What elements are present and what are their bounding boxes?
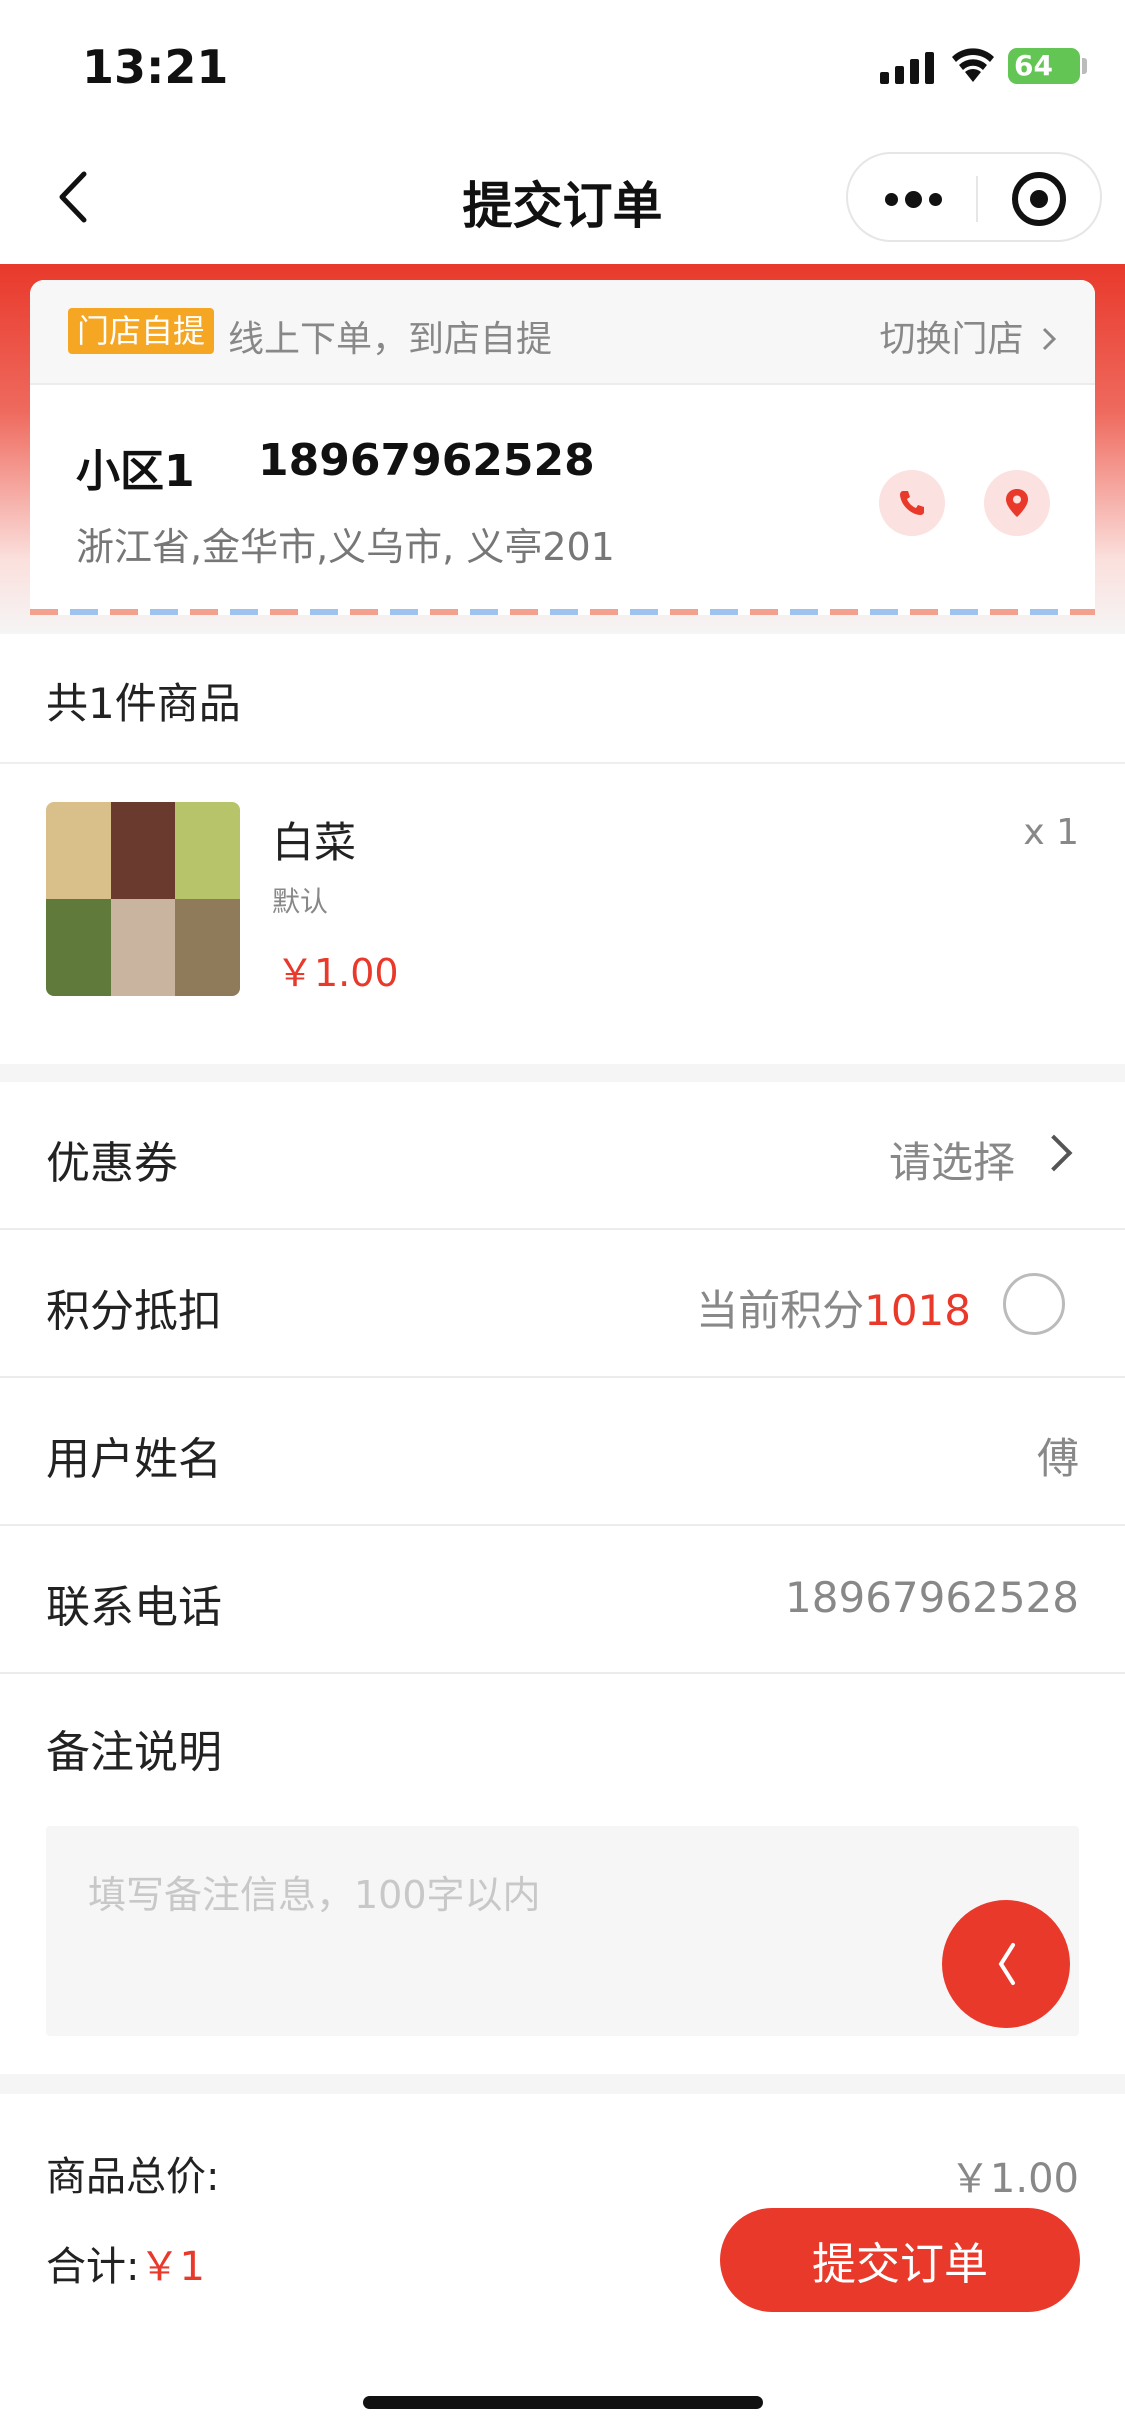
store-address: 浙江省,金华市,义乌市, 义亭201	[76, 525, 615, 569]
chevron-right-icon	[1035, 1134, 1073, 1172]
switch-store-label: 切换门店	[879, 319, 1024, 360]
coupon-label: 优惠券	[46, 1138, 178, 1189]
product-image	[46, 802, 240, 996]
floating-back-button[interactable]	[942, 1900, 1070, 2028]
pickup-tag: 门店自提	[68, 308, 215, 354]
points-deduction-row: 积分抵扣 当前积分1018	[0, 1230, 1125, 1378]
contact-phone: 18967962528	[258, 435, 595, 486]
contact-name: 小区1	[76, 446, 195, 497]
sum-label: 合计:	[46, 2244, 140, 2290]
product-name: 白菜	[272, 818, 357, 867]
submit-order-button[interactable]: 提交订单	[720, 2208, 1080, 2312]
call-button[interactable]	[879, 470, 945, 536]
sum-value: ￥1	[139, 2244, 205, 2290]
home-indicator	[363, 2396, 763, 2409]
wifi-icon	[952, 48, 994, 82]
contact-phone-field[interactable]: 18967962528	[785, 1573, 1079, 1622]
sum-row: 合计:￥1	[46, 2234, 205, 2292]
points-label: 积分抵扣	[46, 1286, 222, 1337]
battery-level: 64	[1014, 49, 1053, 82]
coupon-value: 请选择	[888, 1138, 1015, 1187]
coupon-row[interactable]: 优惠券 请选择	[0, 1082, 1125, 1230]
product-price: ￥1.00	[276, 951, 399, 995]
item-count: 共1件商品	[46, 679, 241, 728]
remark-label: 备注说明	[46, 1727, 222, 1778]
battery-tip	[1082, 58, 1087, 74]
points-radio[interactable]	[1003, 1273, 1065, 1335]
user-name-label: 用户姓名	[46, 1434, 222, 1485]
total-price-label: 商品总价:	[46, 2154, 220, 2200]
nav-bar: 提交订单	[0, 132, 1125, 264]
pickup-description: 线上下单，到店自提	[228, 319, 553, 360]
current-points: 当前积分1018	[696, 1277, 971, 1338]
total-price-value: ￥1.00	[949, 2156, 1079, 2202]
switch-store-link[interactable]: 切换门店	[880, 310, 1059, 362]
current-points-prefix: 当前积分	[696, 1286, 865, 1335]
divider	[0, 762, 1125, 764]
location-pin-icon	[1006, 489, 1028, 517]
contact-phone-row: 联系电话 18967962528	[0, 1526, 1125, 1674]
status-time: 13:21	[82, 40, 229, 94]
chevron-left-icon	[998, 1943, 1015, 1985]
capsule-divider	[976, 176, 978, 222]
user-name-row: 用户姓名 傅	[0, 1378, 1125, 1526]
remark-section: 备注说明	[0, 1674, 1125, 2074]
target-circle-icon[interactable]	[1012, 172, 1066, 226]
user-name-field[interactable]: 傅	[1037, 1425, 1079, 1486]
more-dots-icon[interactable]	[878, 179, 948, 219]
order-items-section: 共1件商品 白菜 默认 ￥1.00 x 1	[0, 634, 1125, 1064]
chevron-right-icon	[1042, 327, 1057, 351]
current-points-number: 1018	[864, 1286, 971, 1335]
battery-icon: 64	[1008, 48, 1080, 84]
pickup-store-card: 门店自提 线上下单，到店自提 切换门店 小区1 18967962528 浙江省,…	[30, 280, 1095, 615]
phone-icon	[900, 491, 924, 515]
checkout-bar: 商品总价: ￥1.00 合计:￥1 提交订单	[0, 2094, 1125, 2436]
pickup-info-bar: 门店自提 线上下单，到店自提 切换门店	[30, 280, 1095, 385]
product-spec: 默认	[272, 885, 329, 918]
remark-input[interactable]	[46, 1826, 1079, 2036]
status-bar: 13:21 64	[0, 0, 1125, 132]
navigate-button[interactable]	[984, 470, 1050, 536]
cellular-signal-icon	[880, 50, 934, 84]
mini-program-capsule	[846, 152, 1102, 242]
product-quantity: x 1	[1023, 812, 1079, 853]
airmail-border	[30, 609, 1095, 615]
contact-phone-label: 联系电话	[46, 1582, 222, 1633]
